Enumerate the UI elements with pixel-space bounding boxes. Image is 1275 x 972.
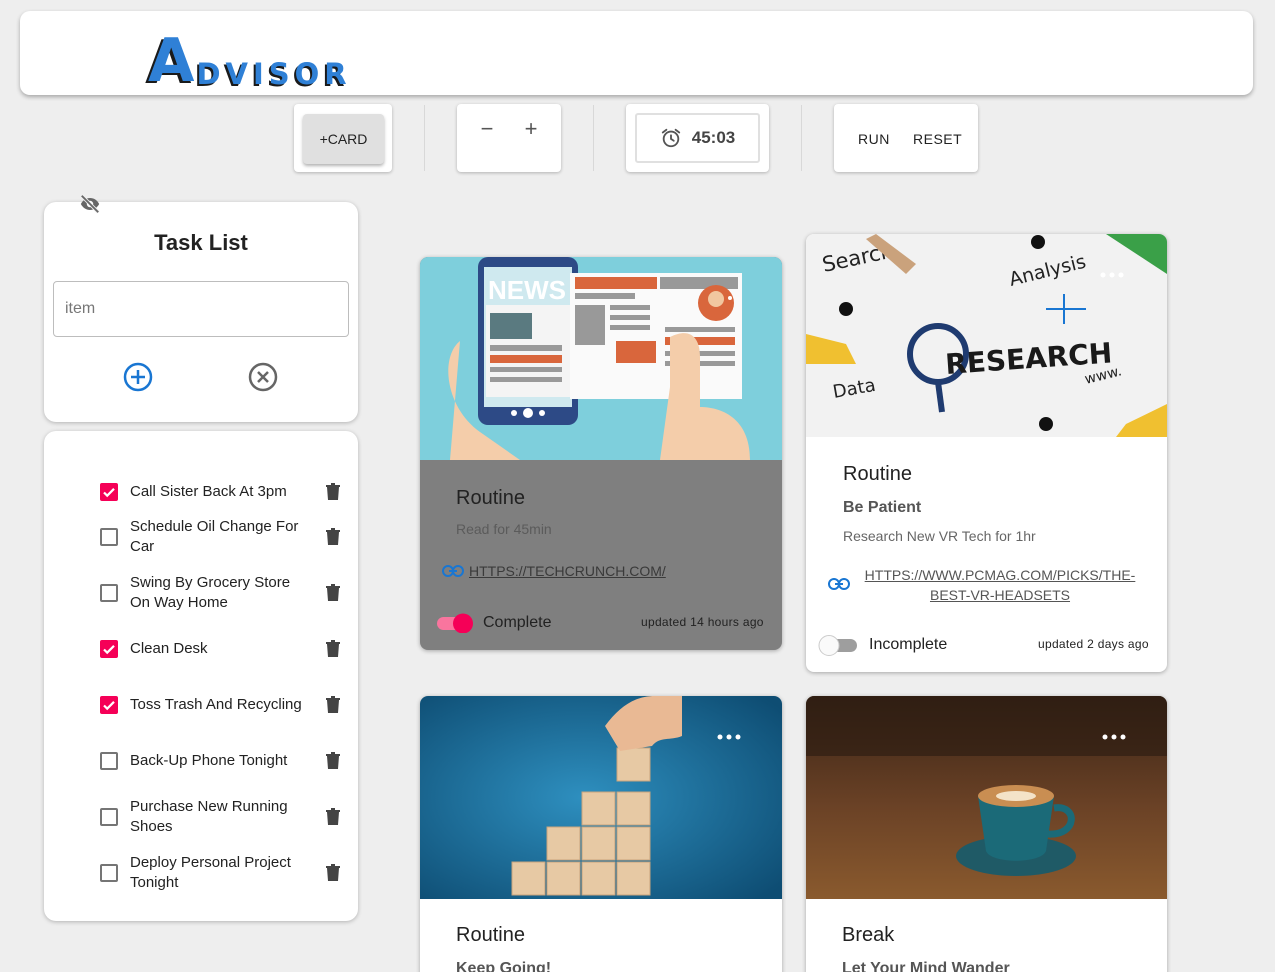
- more-options-icon[interactable]: [1101, 733, 1127, 741]
- trash-icon[interactable]: [326, 696, 340, 714]
- more-options-icon[interactable]: [1099, 271, 1125, 279]
- alarm-clock-icon: [661, 128, 680, 148]
- task-row: Call Sister Back At 3pm: [100, 472, 350, 512]
- task-checkbox[interactable]: [100, 483, 118, 501]
- card-subtitle: Keep Going!: [456, 960, 552, 972]
- add-task-icon[interactable]: [123, 362, 153, 392]
- toolbar-divider: [801, 105, 802, 171]
- card: Break Let Your Mind Wander: [806, 696, 1167, 972]
- card-description: Research New VR Tech for 1hr: [843, 528, 1036, 544]
- card-link[interactable]: HTTPS://TECHCRUNCH.COM/: [469, 561, 666, 581]
- increment-button[interactable]: +: [516, 116, 546, 142]
- coffee-cup-image: [806, 696, 1167, 899]
- logo-letter: A: [148, 26, 194, 96]
- toolbar-divider: [424, 105, 425, 171]
- status-label: Incomplete: [869, 636, 948, 653]
- card-title: Routine: [843, 463, 912, 485]
- task-checkbox[interactable]: [100, 696, 118, 714]
- card: Routine Keep Going!: [420, 696, 782, 972]
- task-row: Clean Desk: [100, 629, 350, 669]
- task-label: Clean Desk: [130, 640, 208, 657]
- timer-value: 45:03: [691, 128, 736, 147]
- news-illustration-image: NEWS: [420, 257, 782, 460]
- trash-icon[interactable]: [326, 808, 340, 826]
- trash-icon[interactable]: [326, 640, 340, 658]
- app-header: A DVISOR: [20, 11, 1253, 95]
- task-row: Purchase New Running Shoes: [100, 797, 350, 837]
- app-logo: A DVISOR: [148, 21, 352, 91]
- task-checkbox[interactable]: [100, 640, 118, 658]
- task-item-input[interactable]: [53, 281, 349, 337]
- task-list-title: Task List: [154, 230, 248, 255]
- status-label: Complete: [483, 614, 552, 631]
- task-row: Swing By Grocery Store On Way Home: [100, 573, 350, 613]
- task-list-panel: Call Sister Back At 3pm Schedule Oil Cha…: [44, 431, 358, 921]
- task-label: Swing By Grocery Store On Way Home: [130, 574, 291, 611]
- card-subtitle: Be Patient: [843, 499, 922, 516]
- hide-eye-icon[interactable]: [79, 194, 101, 214]
- card-link-line: HTTPS://WWW.PCMAG.COM/PICKS/THE-: [864, 567, 1136, 583]
- card-title: Break: [842, 924, 895, 946]
- reset-button[interactable]: RESET: [913, 131, 962, 147]
- task-row: Schedule Oil Change For Car: [100, 517, 350, 557]
- add-card-group: +CARD: [294, 104, 392, 172]
- card-link-line: BEST-VR-HEADSETS: [929, 587, 1071, 603]
- task-checkbox[interactable]: [100, 752, 118, 770]
- task-input-panel: Task List: [44, 202, 358, 422]
- task-label: Schedule Oil Change For Car: [130, 518, 299, 555]
- card-link[interactable]: HTTPS://WWW.PCMAG.COM/PICKS/THE- BEST-VR…: [860, 565, 1140, 605]
- run-button[interactable]: RUN: [858, 131, 890, 147]
- task-label: Toss Trash And Recycling: [130, 696, 302, 713]
- card-title: Routine: [456, 924, 525, 946]
- decrement-button[interactable]: −: [472, 116, 502, 142]
- link-icon: [442, 565, 464, 577]
- trash-icon[interactable]: [326, 752, 340, 770]
- card-title: Routine: [456, 487, 525, 509]
- task-checkbox[interactable]: [100, 808, 118, 826]
- add-card-button[interactable]: +CARD: [303, 114, 384, 164]
- research-photo-image: Search Analysis RESEARCH Data www.: [806, 234, 1167, 437]
- trash-icon[interactable]: [326, 864, 340, 882]
- card: Search Analysis RESEARCH Data www. Routi…: [806, 234, 1167, 672]
- updated-timestamp: updated 2 days ago: [1038, 637, 1149, 651]
- trash-icon[interactable]: [326, 528, 340, 546]
- timer-display: 45:03: [635, 113, 760, 163]
- task-checkbox[interactable]: [100, 528, 118, 546]
- task-checkbox[interactable]: [100, 864, 118, 882]
- link-icon: [828, 578, 850, 590]
- task-row: Back-Up Phone Tonight: [100, 741, 350, 781]
- toolbar-divider: [593, 105, 594, 171]
- clear-task-icon[interactable]: [248, 362, 278, 392]
- more-options-icon[interactable]: [716, 733, 742, 741]
- task-label: Purchase New Running Shoes: [130, 798, 288, 835]
- task-row: Deploy Personal Project Tonight: [100, 853, 350, 893]
- card: NEWS Routine Read for 45min HTTPS://TECH…: [420, 257, 782, 650]
- timer-step-group: − +: [457, 104, 561, 172]
- trash-icon[interactable]: [326, 584, 340, 602]
- wooden-blocks-image: [420, 696, 782, 899]
- svg-text:NEWS: NEWS: [488, 275, 566, 305]
- card-subtitle: Let Your Mind Wander: [842, 960, 1010, 972]
- task-label: Back-Up Phone Tonight: [130, 752, 288, 769]
- task-checkbox[interactable]: [100, 584, 118, 602]
- status-toggle[interactable]: [818, 634, 858, 656]
- updated-timestamp: updated 14 hours ago: [641, 615, 764, 629]
- card-description: Read for 45min: [456, 521, 552, 537]
- status-toggle[interactable]: [436, 613, 474, 633]
- task-label: Call Sister Back At 3pm: [130, 483, 287, 500]
- trash-icon[interactable]: [326, 483, 340, 501]
- task-label: Deploy Personal Project Tonight: [130, 854, 291, 891]
- task-row: Toss Trash And Recycling: [100, 685, 350, 725]
- logo-text: DVISOR: [196, 57, 352, 91]
- timer-group: 45:03: [626, 104, 769, 172]
- run-reset-group: RUN RESET: [834, 104, 978, 172]
